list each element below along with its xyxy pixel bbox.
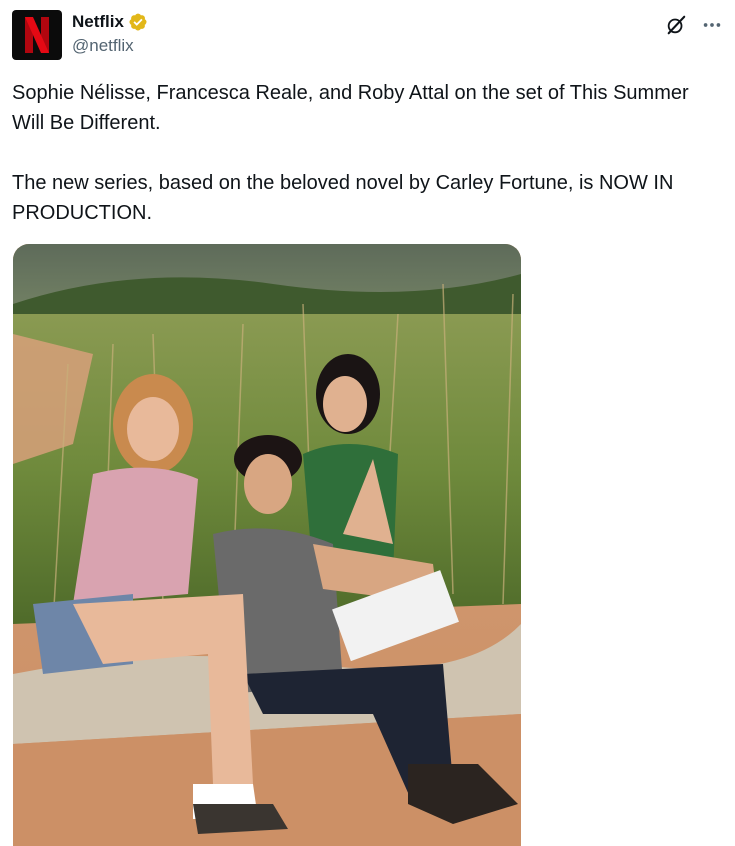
more-icon[interactable]: [701, 14, 723, 36]
author-block: Netflix @netflix: [72, 12, 148, 56]
post-photo[interactable]: [13, 244, 521, 846]
author-display-name[interactable]: Netflix: [72, 12, 124, 32]
grok-icon[interactable]: [665, 14, 687, 36]
avatar[interactable]: [12, 10, 62, 60]
post-header: Netflix @netflix: [12, 10, 723, 62]
post-text: Sophie Nélisse, Francesca Reale, and Rob…: [12, 78, 724, 228]
author-handle[interactable]: @netflix: [72, 36, 148, 56]
post-paragraph: The new series, based on the beloved nov…: [12, 172, 674, 224]
photo-illustration: [13, 244, 521, 846]
netflix-logo-icon: [25, 17, 49, 53]
post-paragraph: Sophie Nélisse, Francesca Reale, and Rob…: [12, 82, 689, 134]
verified-badge-icon[interactable]: [128, 12, 148, 32]
post-actions: [665, 14, 723, 36]
